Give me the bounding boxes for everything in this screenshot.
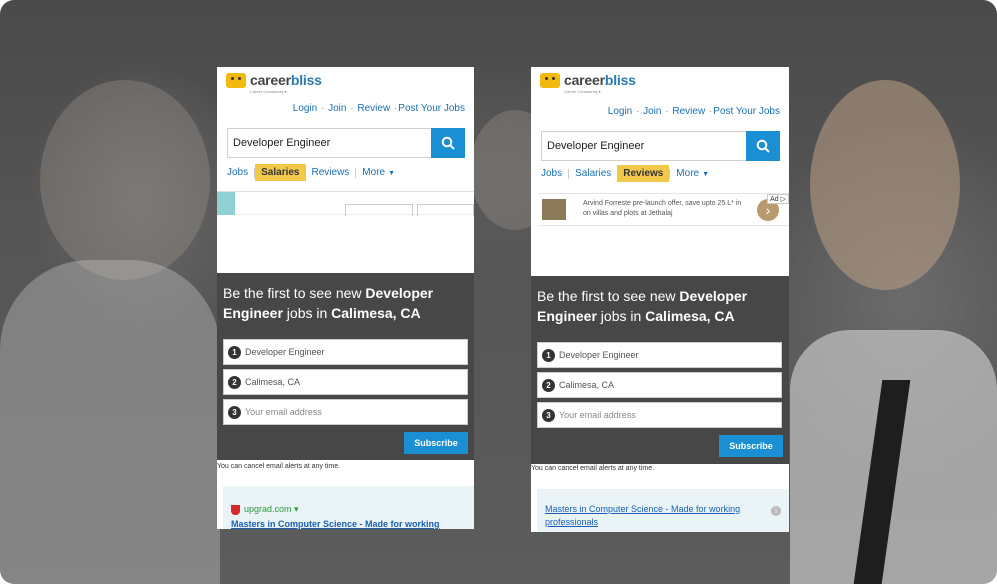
phone-screen-right: careerbliss Career Community ▾ Login · J… [531, 67, 789, 532]
teal-accent-block [217, 192, 235, 215]
step-number: 3 [542, 408, 555, 422]
careerbliss-logo[interactable]: careerbliss Career Community ▾ [540, 72, 636, 94]
subscribe-button[interactable]: Subscribe [404, 432, 468, 454]
search-icon [441, 136, 455, 150]
careerbliss-logo[interactable]: careerbliss Career Community ▾ [226, 72, 322, 94]
login-link[interactable]: Login [293, 103, 317, 114]
shield-icon [231, 504, 240, 515]
alert-heading: Be the first to see new Developer Engine… [537, 288, 748, 324]
step-number: 1 [228, 345, 241, 359]
review-link[interactable]: Review [672, 106, 705, 117]
join-link[interactable]: Join [328, 103, 346, 114]
smiley-logo-icon [226, 72, 246, 88]
email-field[interactable]: 3 Your email address [223, 399, 468, 425]
join-link[interactable]: Join [643, 106, 661, 117]
phone-screen-left: careerbliss Career Community ▾ Login · J… [217, 67, 474, 529]
stub-button-1[interactable] [345, 204, 413, 216]
promo-link[interactable]: Masters in Computer Science - Made for w… [545, 503, 765, 529]
logo-tagline: Career Community ▾ [250, 89, 287, 94]
background-shirt-left [0, 260, 220, 584]
step-number: 1 [542, 348, 555, 362]
chevron-down-icon: ▼ [702, 171, 710, 178]
nav-tabs: Jobs Salaries Reviews More ▼ [541, 165, 715, 182]
tab-jobs[interactable]: Jobs [541, 165, 568, 182]
search-button[interactable] [746, 131, 780, 161]
tab-reviews[interactable]: Reviews [617, 165, 670, 182]
subscribe-button[interactable]: Subscribe [719, 435, 783, 457]
promo-source: upgrad.com ▾ [231, 504, 299, 515]
background-photo [0, 0, 997, 584]
tab-more[interactable]: More ▼ [356, 164, 401, 181]
content-strip [217, 191, 474, 216]
step-number: 2 [542, 378, 555, 392]
job-title-field[interactable]: 1 Developer Engineer [537, 342, 782, 368]
job-alert-panel: Be the first to see new Developer Engine… [217, 273, 474, 460]
cancel-note: You can cancel email alerts at any time. [217, 463, 341, 470]
search-input[interactable]: Developer Engineer [227, 128, 431, 158]
top-links: Login · Join · Review ·Post Your Jobs [607, 106, 780, 117]
post-jobs-link[interactable]: Post Your Jobs [398, 103, 465, 114]
post-jobs-link[interactable]: Post Your Jobs [713, 106, 780, 117]
promo-card[interactable]: Masters in Computer Science - Made for w… [537, 489, 789, 532]
step-number: 2 [228, 375, 241, 389]
logo-wordmark: careerbliss [250, 72, 322, 88]
location-field[interactable]: 2 Calimesa, CA [537, 372, 782, 398]
search-bar: Developer Engineer [541, 131, 780, 161]
login-link[interactable]: Login [608, 106, 632, 117]
search-button[interactable] [431, 128, 465, 158]
email-field[interactable]: 3 Your email address [537, 402, 782, 428]
stub-button-2[interactable] [417, 204, 474, 216]
ad-thumbnail [542, 199, 566, 220]
search-bar: Developer Engineer [227, 128, 465, 158]
logo-wordmark: careerbliss [564, 72, 636, 88]
job-alert-panel: Be the first to see new Developer Engine… [531, 276, 789, 464]
smiley-logo-icon [540, 72, 560, 88]
ad-text: Arvind Forreste pre-launch offer, save u… [583, 200, 742, 217]
top-links: Login · Join · Review ·Post Your Jobs [292, 103, 465, 114]
review-link[interactable]: Review [357, 103, 390, 114]
promo-card[interactable]: upgrad.com ▾ Masters in Computer Science… [223, 486, 474, 529]
promo-link[interactable]: Masters in Computer Science - Made for w… [231, 518, 440, 529]
background-figure-left [40, 80, 210, 280]
job-title-field[interactable]: 1 Developer Engineer [223, 339, 468, 365]
cancel-note: You can cancel email alerts at any time. [531, 465, 655, 472]
logo-tagline: Career Community ▾ [564, 89, 601, 94]
alert-heading: Be the first to see new Developer Engine… [223, 285, 434, 321]
tab-salaries[interactable]: Salaries [255, 164, 306, 181]
tab-jobs[interactable]: Jobs [227, 164, 254, 181]
info-icon[interactable]: i [771, 506, 781, 516]
ad-choices-badge[interactable]: Ad ▷ [767, 194, 789, 204]
search-icon [756, 139, 770, 153]
nav-tabs: Jobs Salaries Reviews More ▼ [227, 164, 401, 181]
tab-salaries[interactable]: Salaries [569, 165, 617, 182]
search-input[interactable]: Developer Engineer [541, 131, 746, 161]
chevron-down-icon: ▼ [388, 170, 396, 177]
tab-reviews[interactable]: Reviews [306, 164, 356, 181]
ad-banner[interactable]: Arvind Forreste pre-launch offer, save u… [539, 193, 789, 226]
location-field[interactable]: 2 Calimesa, CA [223, 369, 468, 395]
background-figure-right-face [810, 80, 960, 290]
step-number: 3 [228, 405, 241, 419]
tab-more[interactable]: More ▼ [670, 165, 715, 182]
